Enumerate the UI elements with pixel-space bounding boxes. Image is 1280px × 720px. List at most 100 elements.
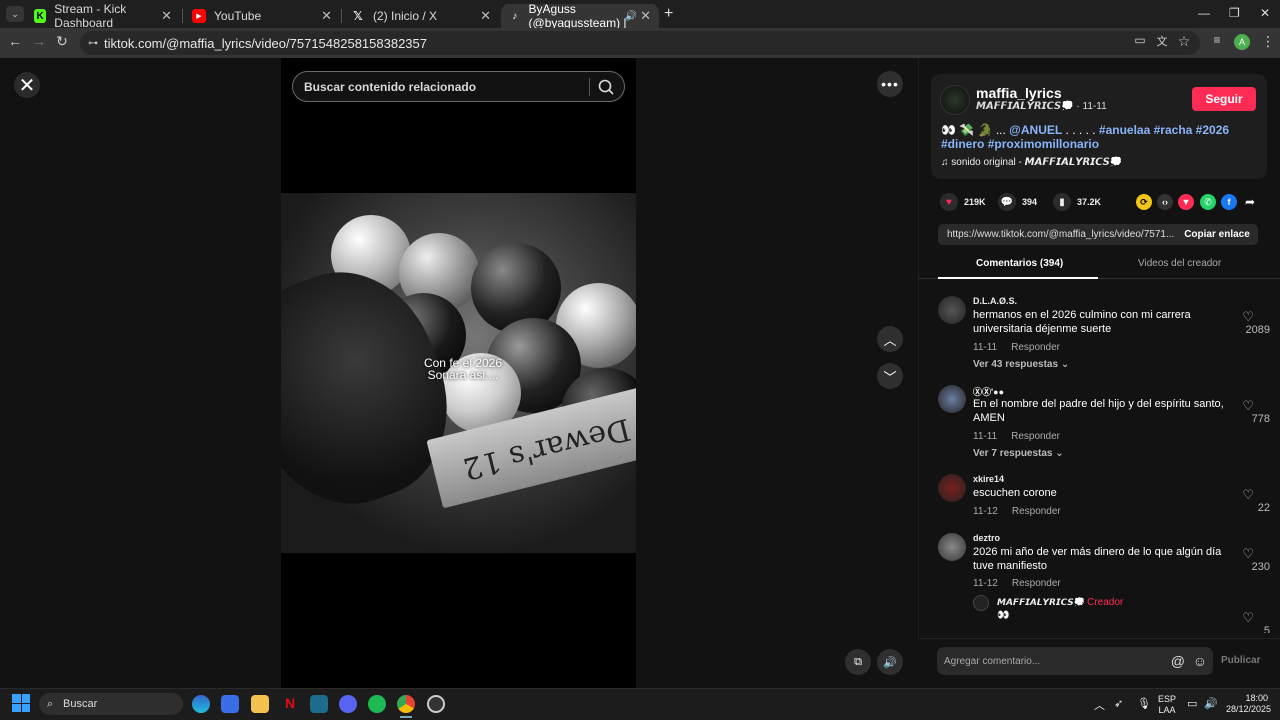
taskbar-search-label: Buscar [63,698,98,710]
volume-tray-icon[interactable]: 🔊 [1204,697,1218,710]
clock[interactable]: 18:00 28/12/2025 [1226,693,1271,715]
sound-link[interactable]: ♫ sonido original - 𝙈𝘼𝙁𝙁𝙄𝘼𝙇𝙔𝙍𝙄𝘾𝙎💭 [941,157,1122,168]
tab-youtube[interactable]: ▶ YouTube ✕ [184,4,340,28]
tray-expand-icon[interactable]: ︿ [1094,697,1105,713]
comment-author[interactable]: D.L.A.Ø.S. [973,296,1017,306]
follow-button[interactable]: Seguir [1192,87,1256,111]
mention-link[interactable]: @ANUEL [1009,123,1062,137]
active-app-indicator [400,716,412,718]
reply-author[interactable]: 𝙈𝘼𝙁𝙁𝙄𝘼𝙇𝙔𝙍𝙄𝘾𝙎💭 [997,597,1085,608]
cast-icon[interactable]: ▭ [1130,33,1150,47]
reload-icon[interactable]: ↻ [52,33,72,50]
comment-like-icon[interactable]: ♡ [1242,610,1254,626]
repost-icon[interactable]: ⟳ [1136,194,1152,210]
comment-like-icon[interactable]: ♡ [1242,546,1254,562]
more-menu-icon[interactable]: ⋮ [1258,33,1278,50]
hashtag-link[interactable]: #dinero [941,137,984,151]
bookmark-star-icon[interactable]: ☆ [1174,33,1194,50]
tab-x[interactable]: 𝕏 (2) Inicio / X ✕ [343,4,499,28]
comment-like-icon[interactable]: ♡ [1242,398,1254,414]
url-bar[interactable]: ⊶ tiktok.com/@maffia_lyrics/video/757154… [80,31,1200,55]
comment-avatar[interactable] [938,385,966,413]
minimize-button[interactable]: — [1198,6,1210,20]
comment-button[interactable]: 💬 394 [998,193,1037,211]
volume-icon[interactable]: 🔊 [877,649,903,675]
language-indicator[interactable]: ESP LAA [1158,694,1176,716]
close-tab-icon[interactable]: ✕ [480,8,491,24]
audio-playing-icon[interactable]: 🔊 [625,11,637,22]
hashtag-link[interactable]: #2026 [1196,123,1229,137]
steam-icon[interactable] [427,695,445,713]
profile-avatar[interactable]: A [1234,34,1250,50]
reply-button[interactable]: Responder [1012,578,1061,589]
reply-button[interactable]: Responder [1011,431,1060,442]
whatsapp-icon[interactable]: ✆ [1200,194,1216,210]
tab-tiktok[interactable]: ♪ ByAguss (@byagussteam) | 🔊 ✕ [501,2,659,30]
tab-comments[interactable]: Comentarios (394) [976,258,1063,269]
app-icon[interactable] [310,695,328,713]
tab-kick[interactable]: K Stream - Kick Dashboard ✕ [26,2,180,30]
comment-like-icon[interactable]: ♡ [1242,309,1254,325]
comment-avatar[interactable] [938,474,966,502]
chrome-icon[interactable] [397,695,415,713]
hashtag-link[interactable]: #anuelaa [1099,123,1150,137]
comment-avatar[interactable] [938,296,966,324]
taskbar-search[interactable]: ⌕ Buscar [39,693,183,715]
comment-input[interactable]: Agregar comentario... @ ☺ [937,647,1213,675]
embed-icon[interactable]: ‹› [1157,194,1173,210]
facebook-icon[interactable]: f [1221,194,1237,210]
creator-username[interactable]: maffia_lyrics [976,85,1062,101]
back-icon[interactable]: ← [5,33,25,49]
close-tab-icon[interactable]: ✕ [640,8,651,24]
restore-button[interactable]: ❐ [1229,6,1240,20]
network-icon[interactable]: ▭ [1187,697,1197,710]
netflix-icon[interactable]: N [281,695,299,713]
site-info-icon[interactable]: ⊶ [88,38,98,49]
comment-like-icon[interactable]: ♡ [1242,487,1254,503]
tray-app-icon[interactable]: ➶ [1114,697,1123,710]
file-explorer-icon[interactable] [251,695,269,713]
store-icon[interactable] [221,695,239,713]
hashtag-link[interactable]: #proximomillonario [988,137,1099,151]
creator-avatar[interactable] [940,85,970,115]
hashtag-link[interactable]: #racha [1154,123,1193,137]
search-icon[interactable] [596,77,616,97]
emoji-icon[interactable]: ☺ [1193,653,1207,669]
close-tab-icon[interactable]: ✕ [161,8,172,24]
share-icon[interactable]: ➦ [1242,194,1258,210]
send-icon[interactable]: ▼ [1178,194,1194,210]
related-search-input[interactable]: Buscar contenido relacionado [292,71,625,102]
reply-avatar[interactable] [973,595,989,611]
view-replies-button[interactable]: Ver 43 respuestas ⌄ [973,359,1069,370]
forward-icon[interactable]: → [29,33,49,49]
translate-icon[interactable]: 文 [1152,33,1172,49]
microphone-icon[interactable]: 🎙 [1137,697,1151,710]
view-replies-button[interactable]: Ver 7 respuestas ⌄ [973,448,1064,459]
reply-button[interactable]: Responder [1011,342,1060,353]
close-tab-icon[interactable]: ✕ [321,8,332,24]
close-video-button[interactable]: ✕ [14,72,40,98]
pip-icon[interactable]: ⧉ [845,649,871,675]
like-button[interactable]: ♥ 219K [940,193,986,211]
tab-creator-videos[interactable]: Videos del creador [1138,258,1221,269]
publish-button[interactable]: Publicar [1221,655,1260,666]
bookmark-icon: ▮ [1053,193,1071,211]
more-options-button[interactable]: ••• [877,71,903,97]
new-tab-button[interactable]: + [664,5,673,23]
start-button[interactable] [12,694,30,712]
save-button[interactable]: ▮ 37.2K [1053,193,1101,211]
comment-author[interactable]: deztro [973,533,1000,543]
next-video-button[interactable]: ﹀ [877,363,903,389]
comment-author[interactable]: xkire14 [973,474,1004,484]
reply-button[interactable]: Responder [1012,506,1061,517]
close-window-button[interactable]: ✕ [1260,6,1270,20]
spotify-icon[interactable] [368,695,386,713]
mention-icon[interactable]: @ [1171,653,1185,669]
copy-link-button[interactable]: Copiar enlace [1176,224,1258,245]
discord-icon[interactable] [339,695,357,713]
comment-avatar[interactable] [938,533,966,561]
edge-icon[interactable] [192,695,210,713]
media-control-icon[interactable]: ≡ [1207,33,1227,47]
tab-search-button[interactable]: ⌄ [6,6,24,22]
previous-video-button[interactable]: ︿ [877,326,903,352]
